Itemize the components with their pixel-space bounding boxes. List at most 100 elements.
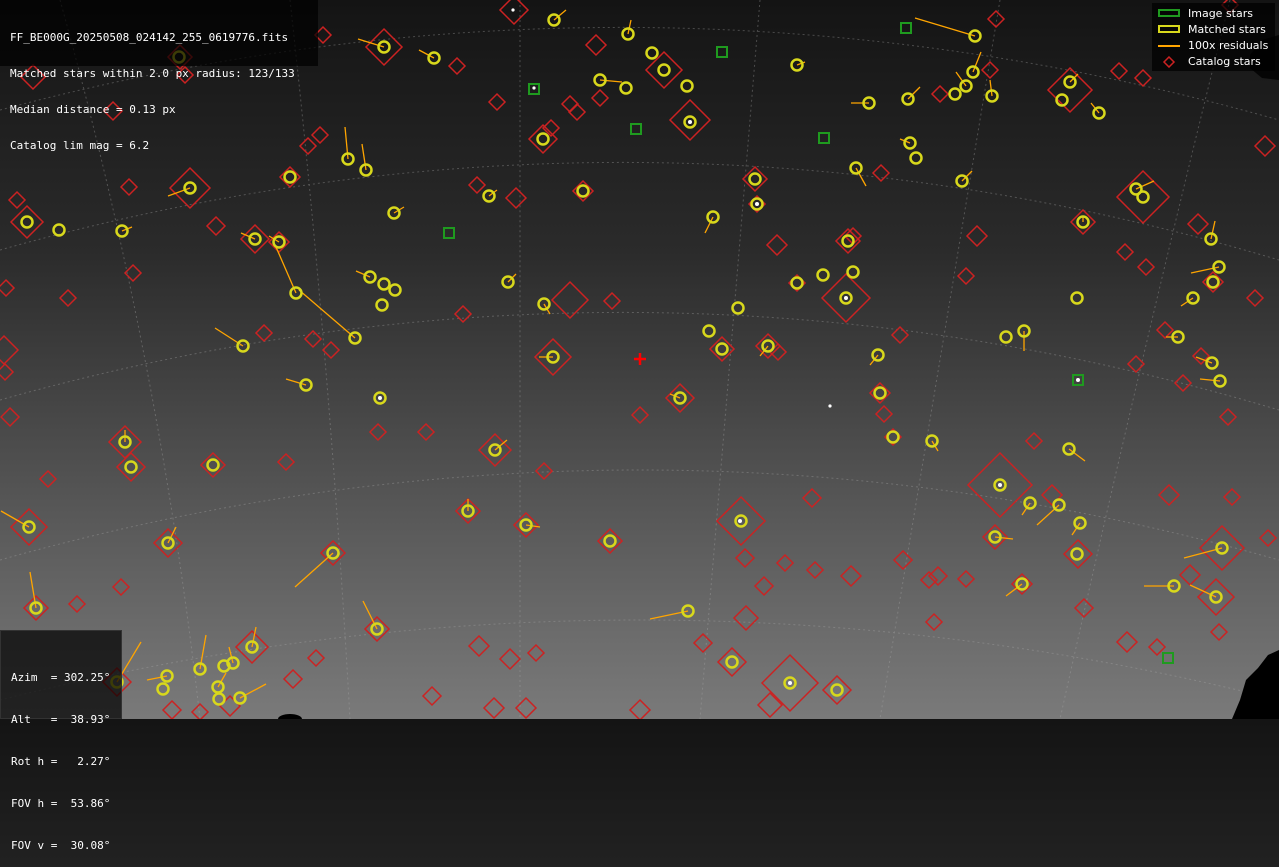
residual-swatch — [1158, 45, 1180, 47]
catalog-star-marker — [1109, 61, 1129, 81]
catalog-star-marker — [1024, 431, 1044, 451]
fov-horizontal-text: FOV h = 53.86° — [11, 797, 111, 810]
image-star-marker — [443, 227, 455, 239]
residual-line — [298, 289, 356, 339]
image-star-marker — [630, 123, 642, 135]
catalog-star-marker — [218, 694, 242, 718]
catalog-star-marker — [447, 56, 467, 76]
catalog-star-marker — [487, 92, 507, 112]
catalog-star-marker — [630, 405, 650, 425]
residual-line — [1199, 378, 1221, 382]
legend-image-stars: Image stars — [1152, 6, 1275, 22]
catalog-star-marker — [321, 340, 341, 360]
matched-star-marker — [886, 430, 900, 444]
catalog-star-marker — [571, 179, 595, 203]
catalog-star-marker — [421, 685, 443, 707]
azimuth-text: Azim = 302.25° — [11, 671, 111, 684]
image-star-marker — [716, 46, 728, 58]
catalog-star-marker — [927, 565, 949, 587]
catalog-star-marker — [1245, 288, 1265, 308]
catalog-star-marker — [560, 94, 580, 114]
catalog-star-swatch — [1158, 55, 1180, 69]
matched-star-marker — [576, 184, 590, 198]
catalog-star-marker — [111, 577, 131, 597]
catalog-star-marker — [527, 123, 559, 155]
catalog-star-marker — [482, 696, 506, 719]
rotation-text: Rot h = 2.27° — [11, 755, 111, 768]
catalog-star-marker — [0, 406, 21, 428]
residual-line — [989, 79, 993, 97]
catalog-star-marker — [1253, 134, 1277, 158]
matched-star-marker — [283, 170, 297, 184]
catalog-star-marker — [1115, 242, 1135, 262]
residual-line — [599, 79, 623, 83]
catalog-star-marker — [368, 422, 388, 442]
catalog-star-marker — [0, 334, 20, 366]
catalog-star-marker — [584, 33, 608, 57]
matched-star-marker — [1070, 547, 1084, 561]
catalog-star-marker — [890, 325, 910, 345]
residual-line — [275, 246, 297, 294]
catalog-star-marker — [1126, 354, 1146, 374]
catalog-star-marker — [467, 634, 491, 658]
matched-stars-text: Matched stars within 2.0 px radius: 123/… — [10, 67, 295, 80]
matched-star-marker — [999, 330, 1013, 344]
catalog-star-marker — [1157, 483, 1181, 507]
catalog-star-marker — [590, 88, 610, 108]
matched-star-marker — [156, 682, 170, 696]
catalog-star-marker — [801, 487, 823, 509]
median-distance-text: Median distance = 0.13 px — [10, 103, 176, 116]
catalog-star-marker — [276, 452, 296, 472]
matched-star-marker — [830, 683, 844, 697]
matched-star-marker — [841, 234, 855, 248]
catalog-star-marker — [775, 553, 795, 573]
catalog-star-marker — [306, 648, 326, 668]
matched-star-marker — [645, 46, 659, 60]
catalog-star-marker — [1186, 212, 1210, 236]
catalog-star-marker — [741, 165, 769, 193]
catalog-star-marker — [115, 451, 147, 483]
matched-star-marker — [206, 458, 220, 472]
matched-star-marker — [536, 132, 550, 146]
catalog-star-marker — [765, 233, 789, 257]
matched-star-marker — [388, 283, 402, 297]
ground-object — [278, 714, 302, 719]
catalog-star-marker — [199, 451, 227, 479]
catalog-star-marker — [1222, 487, 1242, 507]
catalog-star-marker — [0, 278, 16, 298]
matched-star-swatch — [1158, 25, 1180, 33]
catalog-star-marker — [1115, 630, 1139, 654]
catalog-star-marker — [1155, 320, 1175, 340]
altitude-text: Alt = 38.93° — [11, 713, 111, 726]
catalog-star-marker — [980, 60, 1000, 80]
catalog-star-marker — [1133, 68, 1153, 88]
matched-star-marker — [790, 276, 804, 290]
catalog-star-marker — [986, 9, 1006, 29]
catalog-star-marker — [205, 215, 227, 237]
star-points — [378, 8, 1080, 685]
catalog-star-marker — [498, 0, 530, 26]
legend-image-stars-label: Image stars — [1188, 7, 1253, 20]
catalog-star-marker — [282, 668, 304, 690]
fov-vertical-text: FOV v = 30.08° — [11, 839, 111, 852]
catalog-star-marker — [805, 560, 825, 580]
catalog-star-marker — [534, 461, 554, 481]
legend: Image stars Matched stars 100x residuals… — [1152, 3, 1275, 71]
catalog-limit-magnitude-text: Catalog lim mag = 6.2 — [10, 139, 150, 152]
catalog-star-marker — [119, 177, 139, 197]
residual-line — [294, 552, 334, 588]
catalog-star-marker — [956, 266, 976, 286]
catalog-star-marker — [874, 404, 894, 424]
catalog-star-marker — [692, 632, 714, 654]
matched-star-marker — [1206, 275, 1220, 289]
matched-star-marker — [377, 277, 391, 291]
catalog-star-marker — [892, 549, 914, 571]
catalog-star-marker — [716, 646, 748, 678]
matched-star-marker — [731, 301, 745, 315]
catalog-star-marker — [1258, 528, 1278, 548]
matched-star-marker — [124, 460, 138, 474]
legend-residuals-label: 100x residuals — [1188, 39, 1269, 52]
image-star-swatch — [1158, 9, 1180, 17]
catalog-star-marker — [0, 362, 15, 382]
catalog-star-marker — [1209, 622, 1229, 642]
